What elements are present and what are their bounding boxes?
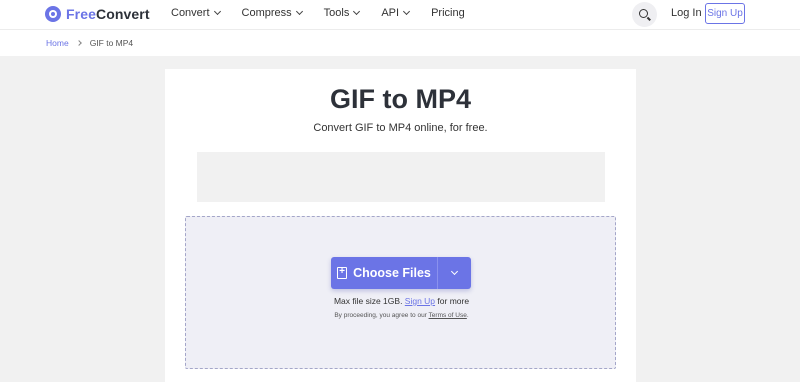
choose-files-button[interactable]: Choose Files [331, 257, 437, 289]
nav-api-label: API [381, 7, 400, 19]
signup-button[interactable]: Sign Up [705, 3, 745, 24]
max-size-suffix: for more [435, 296, 470, 306]
terms-suffix: . [466, 312, 469, 319]
nav-compress[interactable]: Compress [241, 7, 303, 19]
source-dropdown-button[interactable] [438, 257, 471, 289]
file-dropzone[interactable]: Choose Files Max file size 1GB. Sign Up … [185, 216, 616, 369]
login-link[interactable]: Log In [671, 7, 702, 19]
converter-card: GIF to MP4 Convert GIF to MP4 online, fo… [165, 69, 636, 382]
chevron-down-icon [353, 7, 361, 16]
search-button[interactable] [632, 2, 657, 27]
signup-link[interactable]: Sign Up [405, 296, 435, 306]
ad-placeholder [197, 152, 605, 202]
max-size-prefix: Max file size 1GB. [333, 296, 405, 306]
logo[interactable]: FreeConvert [45, 6, 150, 22]
chevron-down-icon [450, 267, 459, 276]
nav-pricing-label: Pricing [431, 7, 465, 19]
breadcrumb-home[interactable]: Home [46, 38, 69, 48]
nav-api[interactable]: API [381, 7, 411, 19]
chevron-down-icon [295, 7, 303, 16]
search-icon [639, 9, 648, 18]
nav-convert-label: Convert [171, 7, 210, 19]
terms-prefix: By proceeding, you agree to our [334, 312, 429, 319]
file-add-icon [337, 266, 348, 279]
nav-tools[interactable]: Tools [323, 7, 361, 19]
terms-note: By proceeding, you agree to our Terms of… [186, 312, 617, 319]
nav-compress-label: Compress [241, 7, 292, 19]
logo-icon [45, 6, 61, 22]
chevron-right-icon [75, 40, 82, 46]
choose-files-label: Choose Files [353, 266, 431, 280]
breadcrumb: Home GIF to MP4 [0, 29, 800, 56]
chevron-down-icon [213, 7, 221, 16]
breadcrumb-current: GIF to MP4 [89, 38, 134, 48]
main-nav: Convert Compress Tools API Pricing [171, 7, 487, 19]
terms-of-use-link[interactable]: Terms of Use [429, 312, 467, 319]
page-subtitle: Convert GIF to MP4 online, for free. [313, 122, 488, 134]
max-file-size-note: Max file size 1GB. Sign Up for more [186, 296, 617, 306]
page-title: GIF to MP4 [330, 84, 471, 114]
chevron-down-icon [403, 7, 411, 16]
nav-pricing[interactable]: Pricing [431, 7, 465, 19]
nav-tools-label: Tools [323, 7, 350, 19]
logo-text: FreeConvert [66, 6, 150, 22]
top-navbar: FreeConvert Convert Compress Tools API P… [0, 0, 800, 29]
nav-convert[interactable]: Convert [171, 7, 221, 19]
choose-files-group: Choose Files [331, 257, 471, 289]
